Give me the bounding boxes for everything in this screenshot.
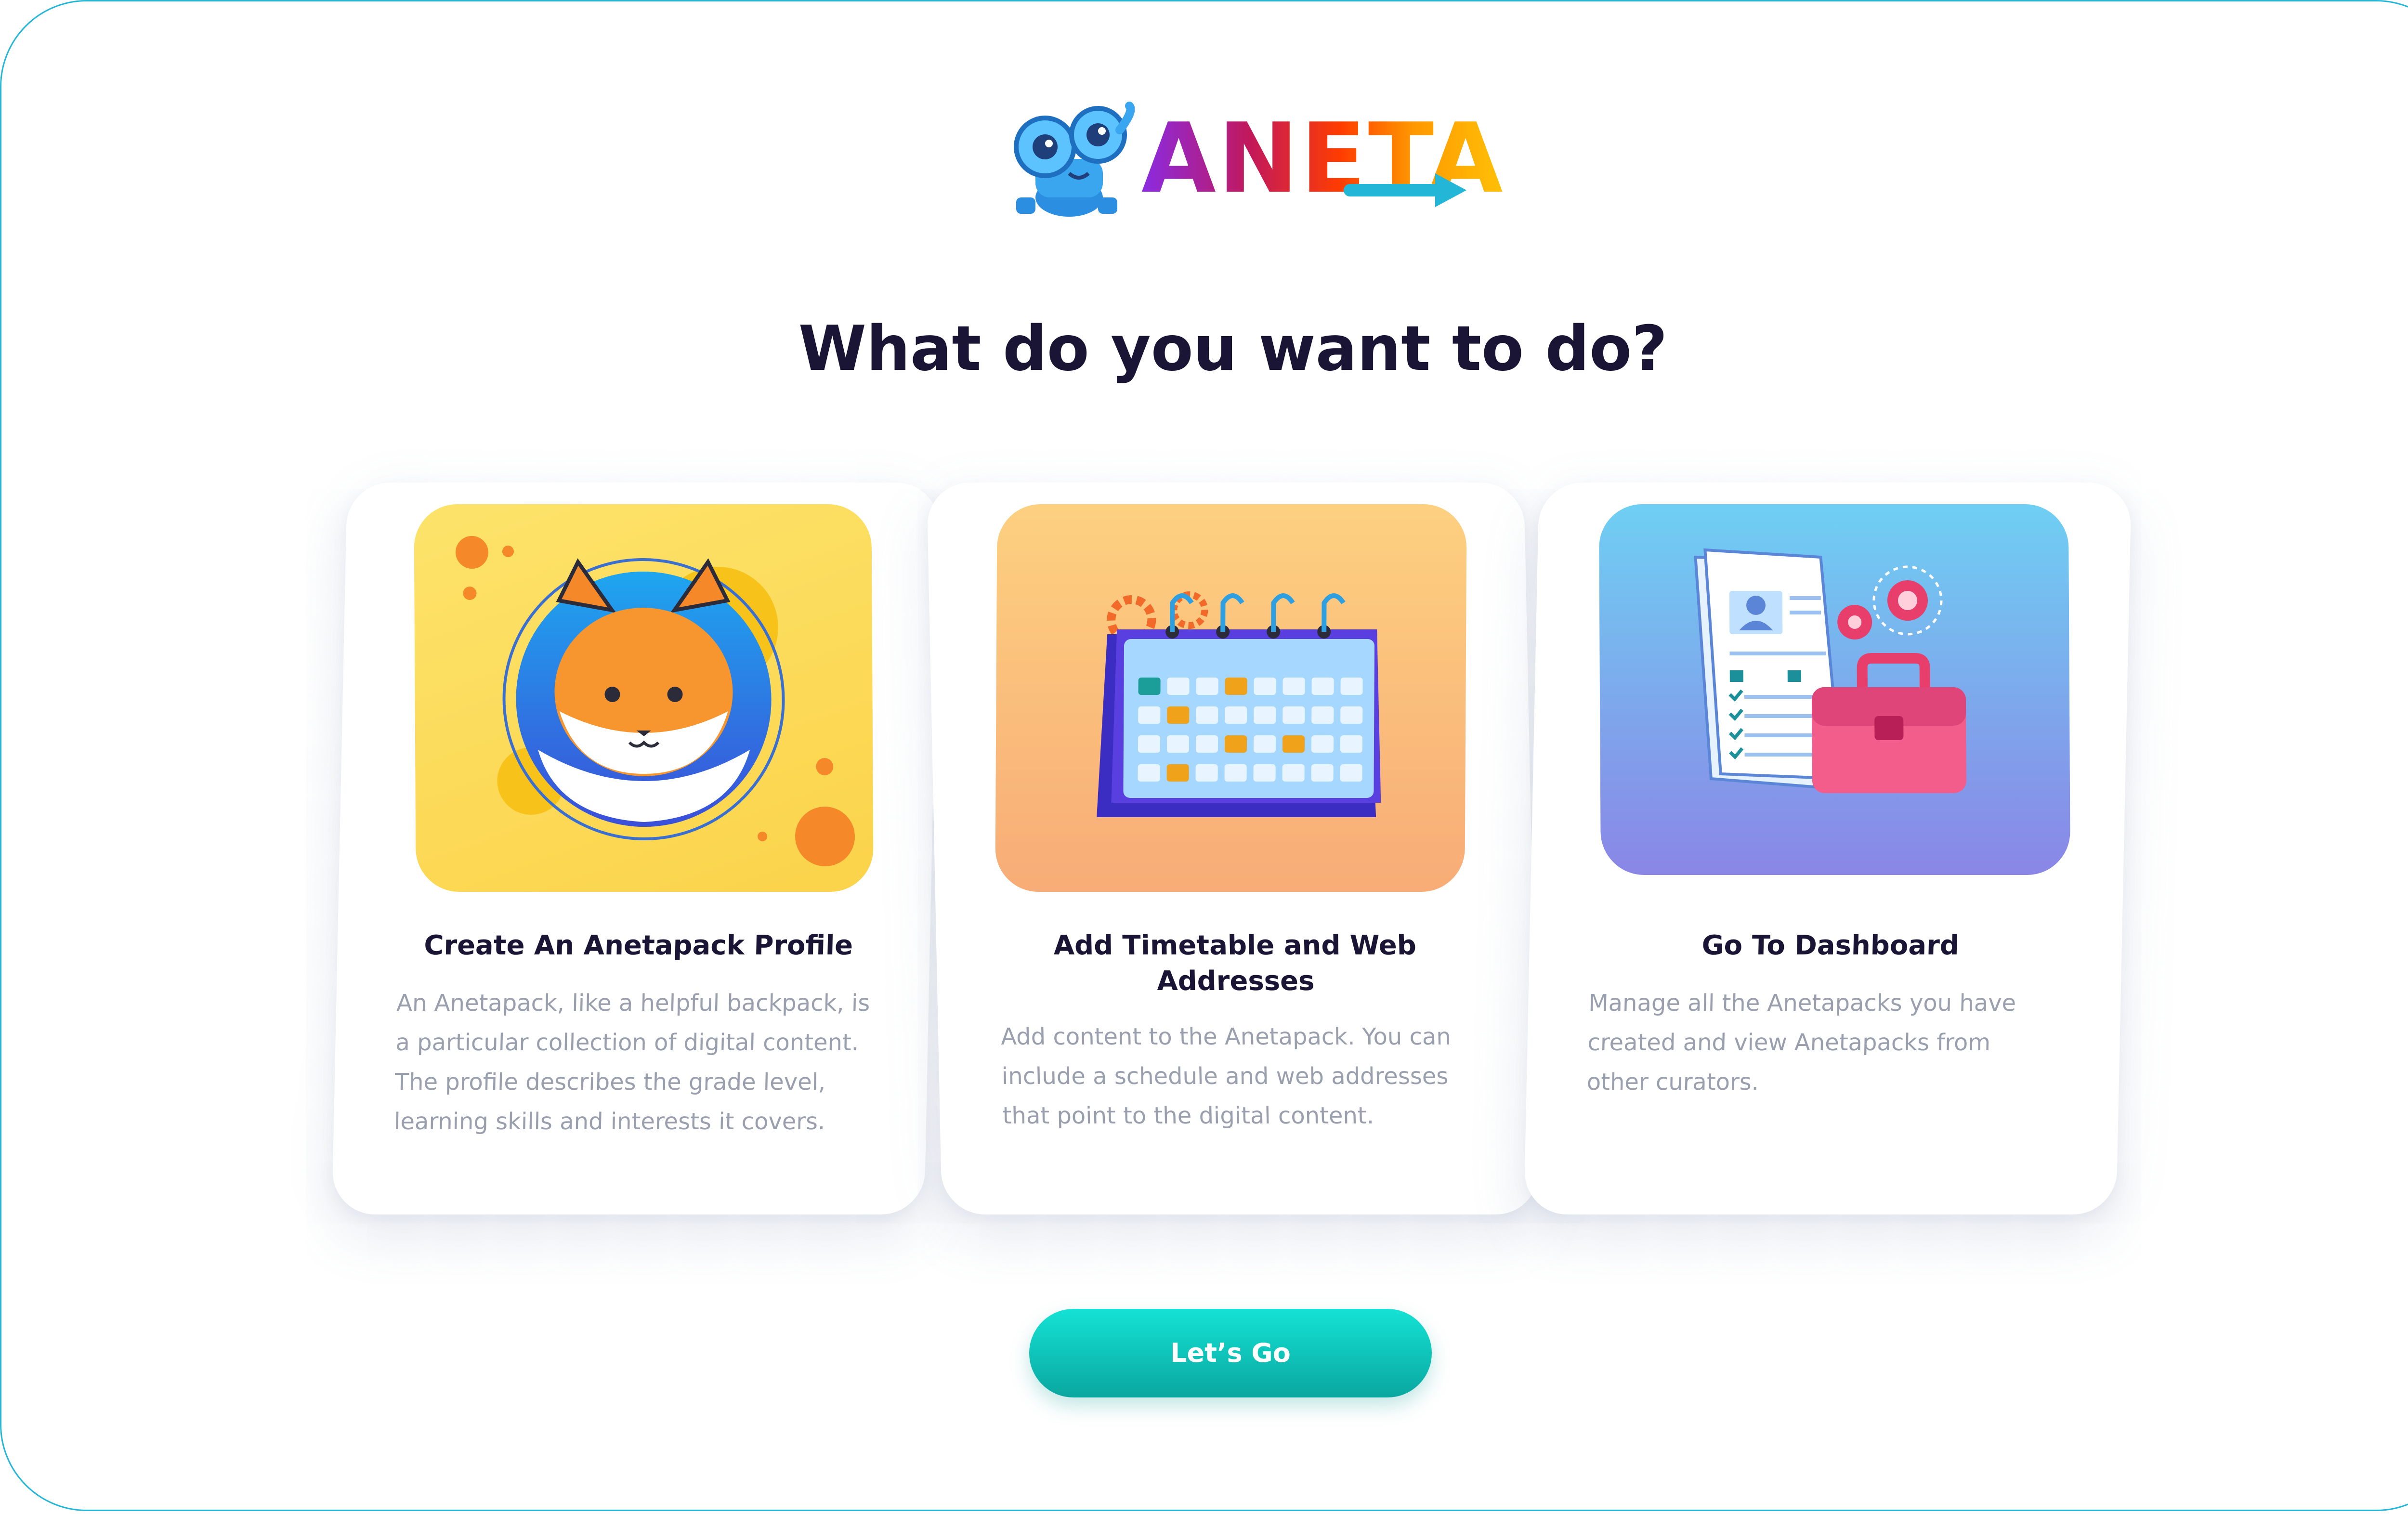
briefcase-documents-icon <box>1694 548 1966 793</box>
card-description: An Anetapack, like a helpful backpack, i… <box>393 990 870 1135</box>
lets-go-button[interactable]: Let’s Go <box>1029 1309 1432 1397</box>
robot-mascot-icon <box>1014 102 1135 217</box>
option-card-dashboard[interactable]: Go To Dashboard Manage all the Anetapack… <box>1524 483 2132 1214</box>
option-card-add-timetable[interactable]: Add Timetable and Web Addresses Add cont… <box>927 483 1539 1214</box>
card-illustration <box>995 504 1467 892</box>
option-card-create-profile[interactable]: Create An Anetapack Profile An Anetapack… <box>332 483 940 1214</box>
calendar-icon <box>1097 591 1381 817</box>
card-title: Add Timetable and Web Addresses <box>1053 930 1417 997</box>
card-illustration <box>414 504 874 892</box>
card-description: Manage all the Anetapacks you have creat… <box>1586 990 2016 1096</box>
card-title: Go To Dashboard <box>1701 930 1960 961</box>
card-illustration <box>1598 504 2070 875</box>
fox-avatar-icon <box>455 536 855 866</box>
arrow-icon <box>1344 173 1466 207</box>
page-title: What do you want to do? <box>798 313 1668 385</box>
card-description: Add content to the Anetapack. You can in… <box>1000 1023 1452 1129</box>
card-title: Create An Anetapack Profile <box>423 930 853 961</box>
aneta-logo: ANETA <box>997 101 1503 226</box>
